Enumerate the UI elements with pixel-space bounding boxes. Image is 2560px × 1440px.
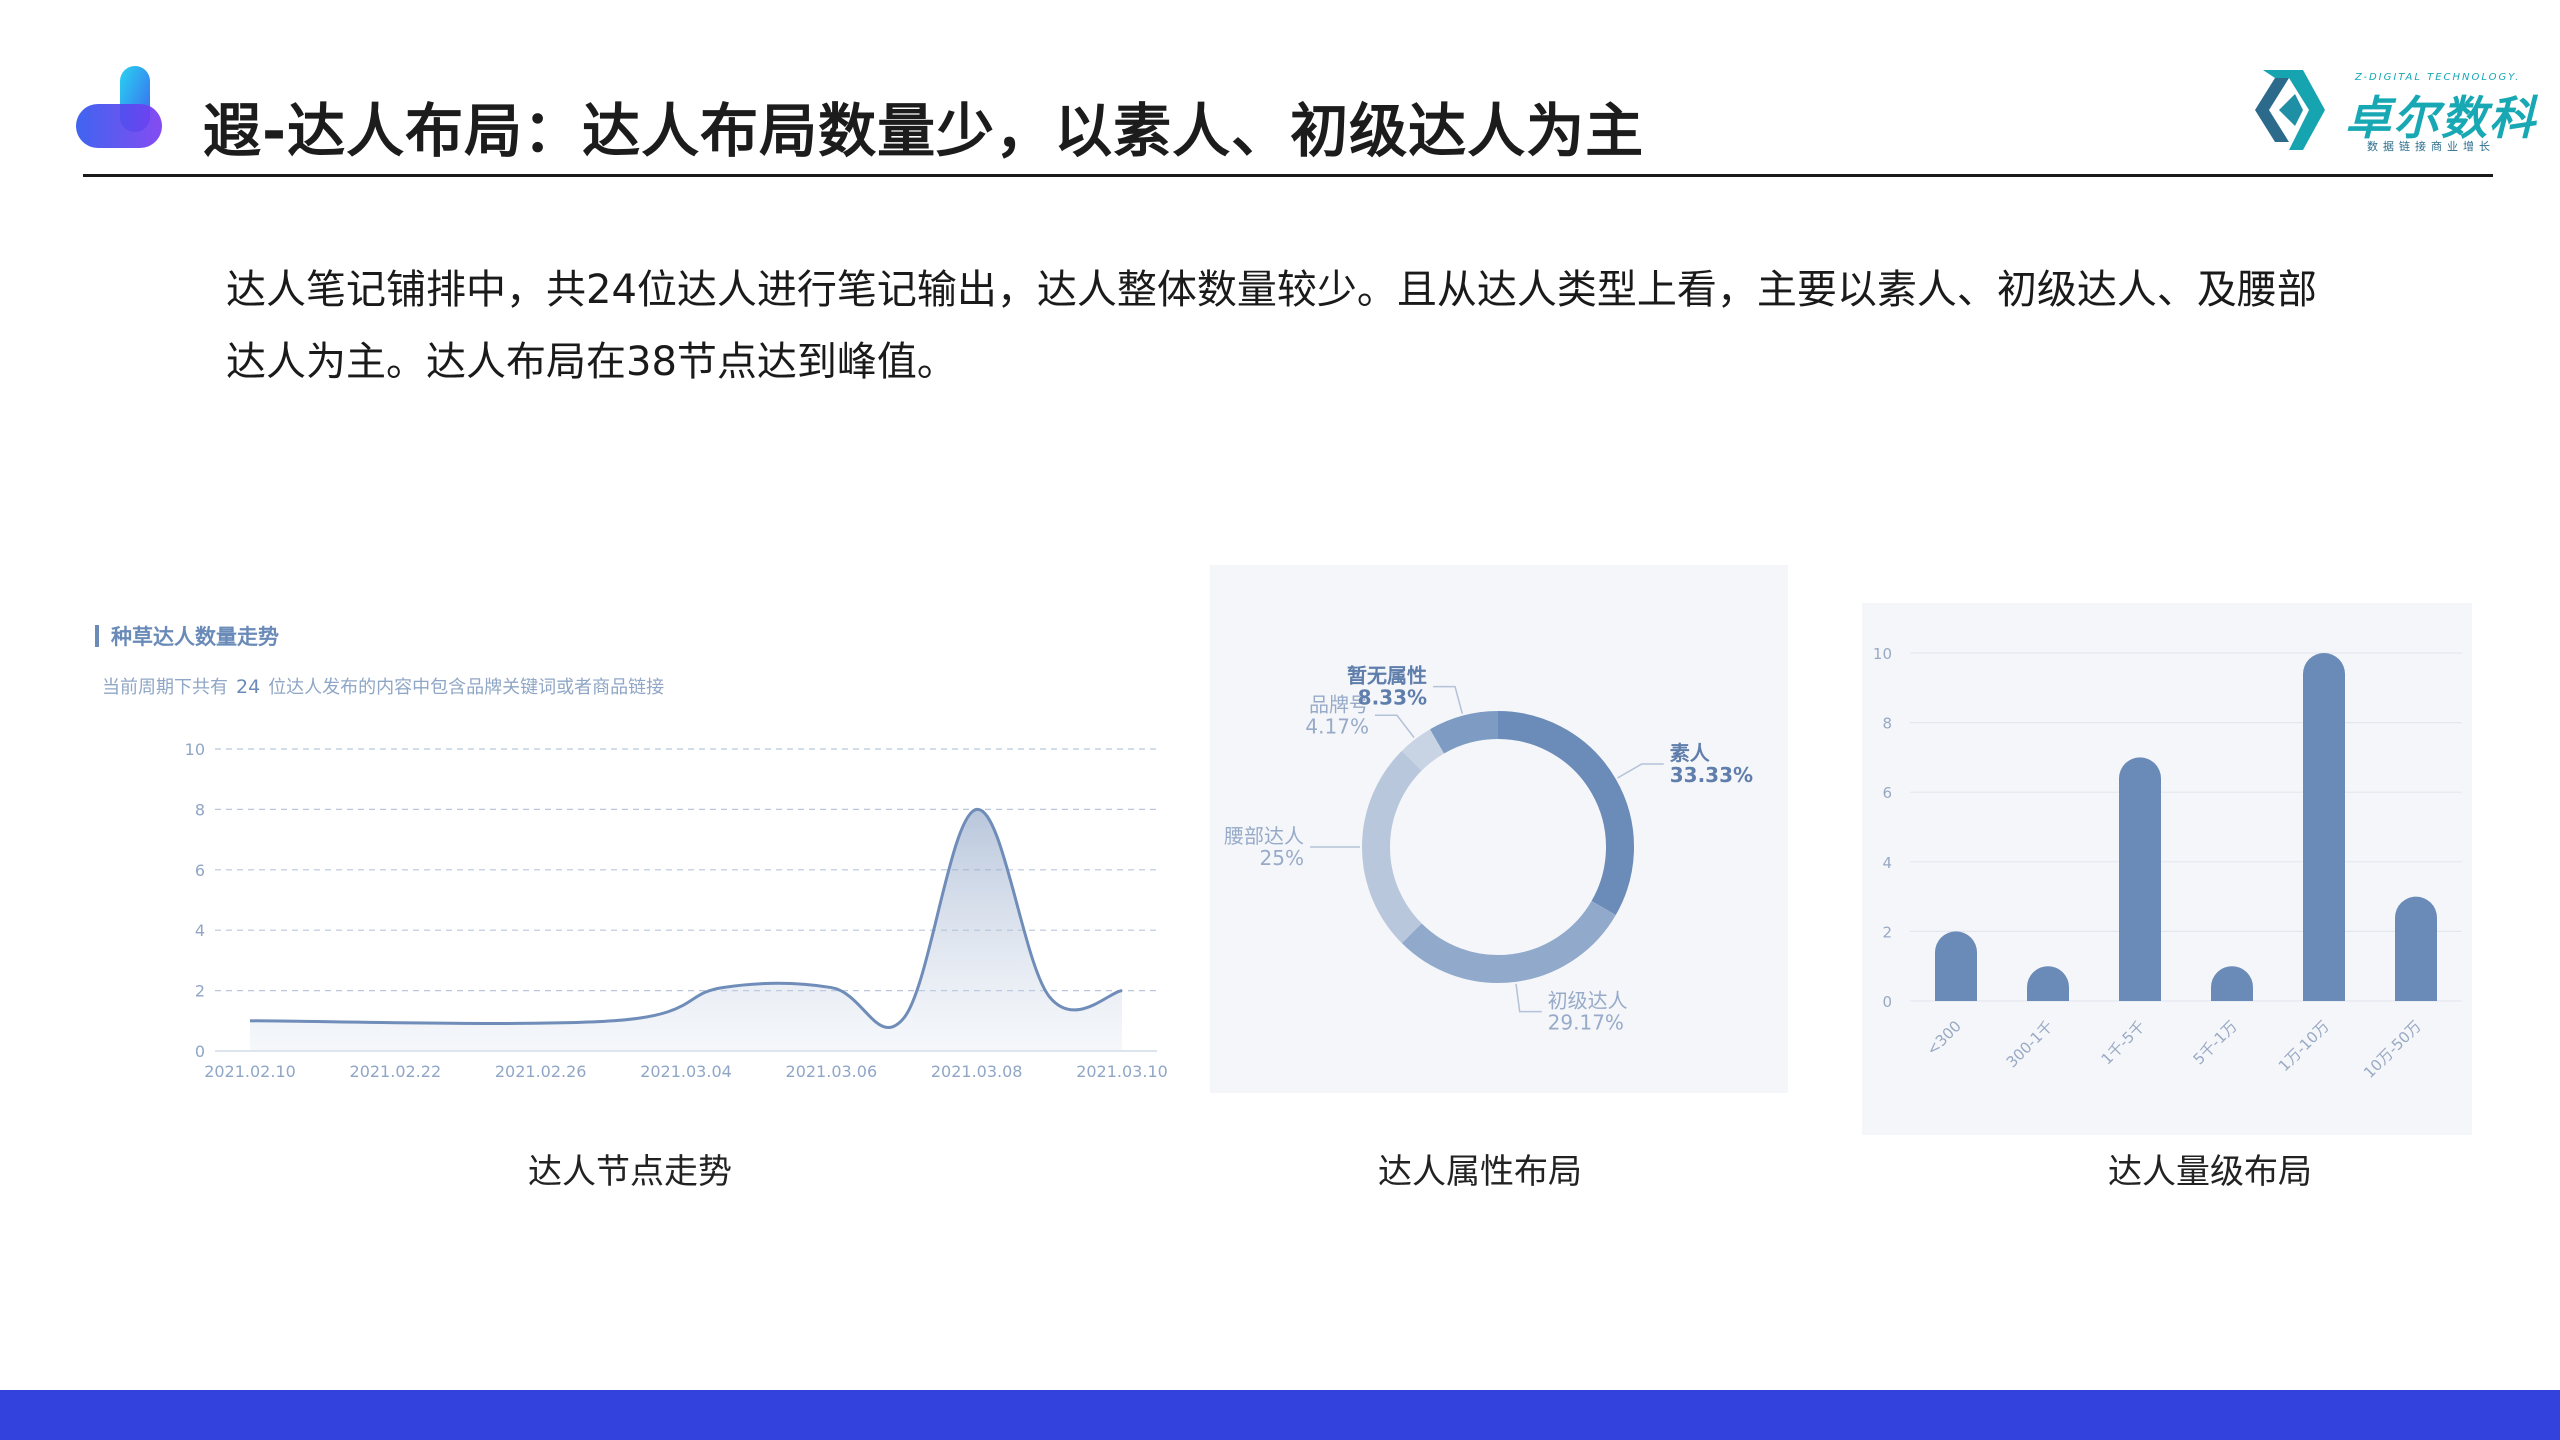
trend-caption: 达人节点走势 [528,1152,732,1192]
x-tick-label: 2021.03.04 [640,1062,732,1081]
slice-value: 25% [1260,846,1304,870]
donut-slice [1401,729,1445,771]
app-logo-icon [76,66,162,148]
slice-name: 腰部达人 [1224,824,1304,848]
y-tick-label: 6 [1882,784,1892,802]
brand-mark-icon [2255,70,2325,150]
x-tick-label: 2021.02.10 [204,1062,296,1081]
slice-name: 初级达人 [1548,989,1628,1013]
bar [1935,931,1977,1001]
x-tick-label: 2021.02.22 [350,1062,442,1081]
slice-name: 素人 [1670,741,1711,765]
x-tick-label: 2021.03.10 [1076,1062,1168,1081]
x-tick-label: 2021.03.06 [786,1062,878,1081]
brand-slogan: 数据链接商业增长 [2367,140,2495,153]
level-chart-panel: 0 2 4 6 8 10 <300 300-1千 1千-5千 5千-1万 1万-10万 10万-50… [1862,603,2472,1135]
bar [2119,757,2161,1001]
donut-slice [1362,750,1422,944]
y-tick-label: 0 [195,1042,205,1061]
bar [2303,653,2345,1001]
chart-subtitle-pre: 当前周期下共有 [102,677,228,698]
chart-subtitle-count: 24 [236,676,260,698]
level-bar-chart: 0 2 4 6 8 10 <300 300-1千 1千-5千 5千-1万 1万-10万 10万-50… [1873,645,2462,1082]
chart-subtitle-post: 位达人发布的内容中包含品牌关键词或者商品链接 [268,677,664,698]
y-tick-label: 2 [1882,923,1892,941]
donut-slice [1497,711,1634,915]
label-leader [1433,685,1464,714]
donut-slice [1430,711,1499,754]
trend-x-axis: 2021.02.10 2021.02.22 2021.02.26 2021.03.04… [204,1062,1168,1081]
chart-subtitle: 当前周期下共有 24 位达人发布的内容中包含品牌关键词或者商品链接 [102,676,664,698]
chart-title-marker [95,625,99,647]
label-leader [1515,983,1542,1013]
slice-value: 33.33% [1670,763,1753,787]
bar-bars [1935,653,2437,1001]
y-tick-label: 2 [195,982,205,1001]
y-tick-label: 8 [1882,715,1892,733]
bar [2027,966,2069,1001]
x-tick-label: <300 [1923,1017,1965,1059]
slice-value: 29.17% [1548,1011,1624,1035]
slice-name: 暂无属性 [1347,664,1427,688]
summary-text: 达人笔记铺排中，共24位达人进行笔记输出，达人整体数量较少。且从达人类型上看，主… [226,267,2317,385]
y-tick-label: 10 [185,740,205,759]
slice-value: 8.33% [1358,686,1427,710]
x-tick-label: 300-1千 [2003,1017,2057,1071]
footer-bar [0,1390,2560,1440]
donut-slices [1362,711,1634,983]
donut-slice [1401,900,1616,983]
x-tick-label: 1千-5千 [2098,1017,2149,1068]
trend-chart: 种草达人数量走势 当前周期下共有 24 位达人发布的内容中包含品牌关键词或者商品链接… [95,625,1168,1081]
x-tick-label: 2021.02.26 [495,1062,587,1081]
attribute-donut-chart: 素人33.33%初级达人29.17%腰部达人25%品牌号4.17%暂无属性8.3… [1224,664,1753,1035]
x-tick-label: 1万-10万 [2275,1017,2333,1075]
label-leader [1617,763,1664,779]
attribute-caption: 达人属性布局 [1378,1152,1582,1192]
page-title: 遐-达人布局：达人布局数量少，以素人、初级达人为主 [203,97,1645,165]
x-tick-label: 5千-1万 [2190,1017,2241,1068]
header-divider [83,174,2493,177]
x-tick-label: 10万-50万 [2360,1017,2425,1082]
y-tick-label: 4 [195,921,205,940]
bar [2395,896,2437,1001]
chart-title: 种草达人数量走势 [110,625,279,649]
y-tick-label: 4 [1882,854,1892,872]
y-tick-label: 10 [1873,645,1892,663]
x-tick-label: 2021.03.08 [931,1062,1023,1081]
attribute-chart-panel: 素人 33.33% 初级达人 29.17% 腰部达人 25% 品牌号 4.17% 暂无属性 8.3… [1210,565,1788,1093]
trend-chart-panel: 种草达人数量走势 当前周期下共有 24 位达人发布的内容中包含品牌关键词或者商品链接… [95,615,1170,1085]
label-leader [1374,714,1415,738]
y-tick-label: 0 [1882,993,1892,1011]
brand-logo: Z-DIGITAL TECHNOLOGY. 卓尔数科 数据链接商业增长 [2245,66,2535,166]
level-caption: 达人量级布局 [2108,1152,2312,1192]
bar-x-axis: <300 300-1千 1千-5千 5千-1万 1万-10万 10万-50万 [1923,1017,2425,1082]
bar [2211,966,2253,1001]
y-tick-label: 8 [195,800,205,819]
slice-value: 4.17% [1305,714,1369,738]
y-tick-label: 6 [195,861,205,880]
